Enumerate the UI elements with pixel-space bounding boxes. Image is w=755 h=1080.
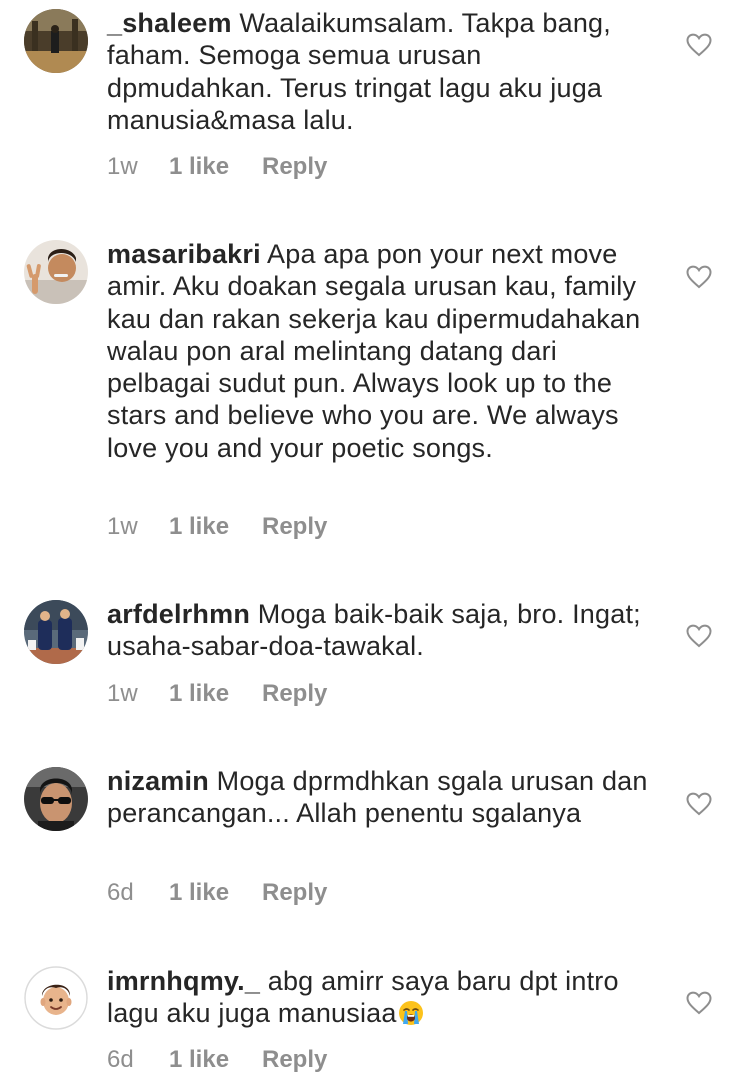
reply-button[interactable]: Reply [262, 1046, 327, 1074]
comment-username[interactable]: _shaleem [107, 8, 232, 38]
comment-timestamp: 6d [107, 1046, 134, 1073]
comment-text: imrnhqmy._ abg amirr saya baru dpt intro… [107, 965, 652, 1030]
comment-username[interactable]: masaribakri [107, 239, 261, 269]
comment-likes-count[interactable]: 1 like [169, 513, 229, 541]
comment-username[interactable]: imrnhqmy._ [107, 966, 260, 996]
avatar-icon[interactable] [24, 600, 88, 664]
memoji-avatar-icon[interactable] [24, 966, 88, 1030]
comment-timestamp: 1w [107, 680, 138, 707]
comment-text: nizamin Moga dprmdhkan sgala urusan dan … [107, 765, 652, 830]
avatar-icon[interactable] [24, 9, 88, 73]
comment-username[interactable]: arfdelrhmn [107, 599, 250, 629]
comment-text: masaribakri Apa apa pon your next move a… [107, 238, 652, 464]
comment-text: _shaleem Waalaikumsalam. Takpa bang, fah… [107, 7, 652, 136]
comment-likes-count[interactable]: 1 like [169, 879, 229, 907]
heart-outline-icon[interactable] [686, 265, 712, 289]
heart-outline-icon[interactable] [686, 991, 712, 1015]
avatar-icon[interactable] [24, 767, 88, 831]
comment-timestamp: 6d [107, 879, 134, 906]
comment-username[interactable]: nizamin [107, 766, 209, 796]
heart-outline-icon[interactable] [686, 33, 712, 57]
heart-outline-icon[interactable] [686, 624, 712, 648]
comment-likes-count[interactable]: 1 like [169, 680, 229, 708]
reply-button[interactable]: Reply [262, 680, 327, 708]
reply-button[interactable]: Reply [262, 513, 327, 541]
comment-message: Apa apa pon your next move amir. Aku doa… [107, 239, 641, 463]
avatar-icon[interactable] [24, 240, 88, 304]
reply-button[interactable]: Reply [262, 879, 327, 907]
comment-timestamp: 1w [107, 153, 138, 180]
comment-likes-count[interactable]: 1 like [169, 153, 229, 181]
comment-timestamp: 1w [107, 513, 138, 540]
loudly-crying-face-emoji [398, 1000, 424, 1026]
heart-outline-icon[interactable] [686, 792, 712, 816]
comment-text: arfdelrhmn Moga baik-baik saja, bro. Ing… [107, 598, 652, 663]
reply-button[interactable]: Reply [262, 153, 327, 181]
comment-likes-count[interactable]: 1 like [169, 1046, 229, 1074]
